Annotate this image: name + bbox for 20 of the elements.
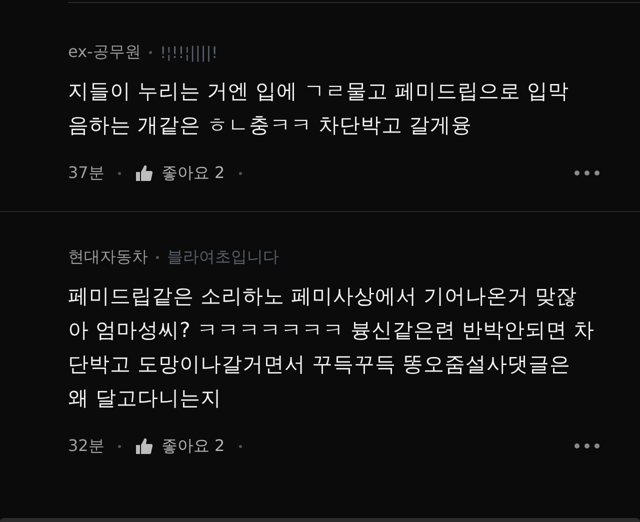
- like-button[interactable]: 좋아요 2: [135, 162, 225, 184]
- author-name: ex-공무원: [68, 42, 141, 62]
- comment-text: 페미드립같은 소리하노 페미사상에서 기어나온거 맞잖: [68, 283, 578, 310]
- comment-text: 단박고 도망이나갈거면서 꾸득꾸득 똥오줌설사댓글은: [68, 351, 572, 378]
- comment-text: 음하는 개같은 ㅎㄴ충ㅋㅋ 차단박고 갈게융: [68, 112, 474, 139]
- comment-text: 왜 달고다니는지: [68, 385, 223, 412]
- more-button[interactable]: [574, 170, 600, 176]
- more-button[interactable]: [574, 443, 600, 449]
- comment-text: 지들이 누리는 거엔 입에 ㄱㄹ물고 페미드립으로 입막: [68, 78, 570, 105]
- author-name: 현대자동차: [68, 246, 148, 268]
- more-icon: [574, 170, 600, 176]
- comment-text: 아 엄마성씨? ㅋㅋㅋㅋㅋㅋㅋ 븅신같은련 반박안되면 차: [68, 317, 596, 344]
- author-nickname: !¦!!¦||||!: [160, 42, 218, 62]
- comment-time: 37분: [68, 162, 104, 184]
- comment-time: 32분: [68, 436, 104, 456]
- more-icon: [574, 443, 600, 449]
- thumbs-up-icon: [135, 437, 154, 455]
- author-nickname: 블라여초입니다: [167, 246, 279, 268]
- thumbs-up-icon: [135, 164, 154, 182]
- like-button[interactable]: 좋아요 2: [135, 436, 225, 456]
